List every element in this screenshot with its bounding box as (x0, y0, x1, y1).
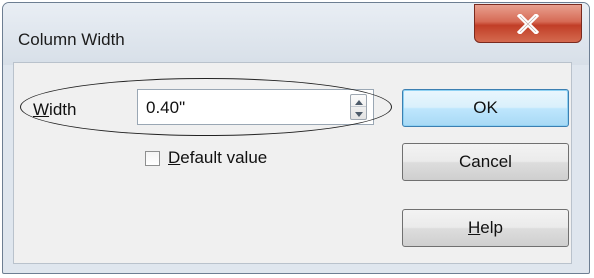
help-button-mnemonic: H (468, 218, 481, 237)
close-x-icon (517, 13, 539, 34)
triangle-down-icon (354, 104, 363, 122)
width-label-rest: idth (49, 100, 77, 119)
default-value-checkbox[interactable] (145, 151, 160, 166)
title-bar[interactable]: Column Width (3, 3, 589, 65)
help-button-rest: elp (480, 218, 503, 237)
width-spinbox[interactable]: 0.40" (137, 89, 374, 125)
window-title: Column Width (18, 30, 125, 49)
width-input[interactable]: 0.40" (146, 98, 185, 118)
default-value-label[interactable]: Default value (168, 148, 267, 168)
width-label: Width (33, 100, 76, 120)
default-value-label-rest: efault value (180, 148, 268, 167)
width-label-mnemonic: W (33, 100, 50, 119)
cancel-button[interactable]: Cancel (402, 143, 569, 181)
spin-down-button[interactable] (351, 107, 366, 119)
ok-button[interactable]: OK (402, 89, 569, 127)
default-value-label-mnemonic: D (168, 148, 181, 167)
help-button[interactable]: Help (402, 209, 569, 247)
width-spin-buttons (350, 94, 367, 120)
close-button[interactable] (474, 4, 582, 43)
